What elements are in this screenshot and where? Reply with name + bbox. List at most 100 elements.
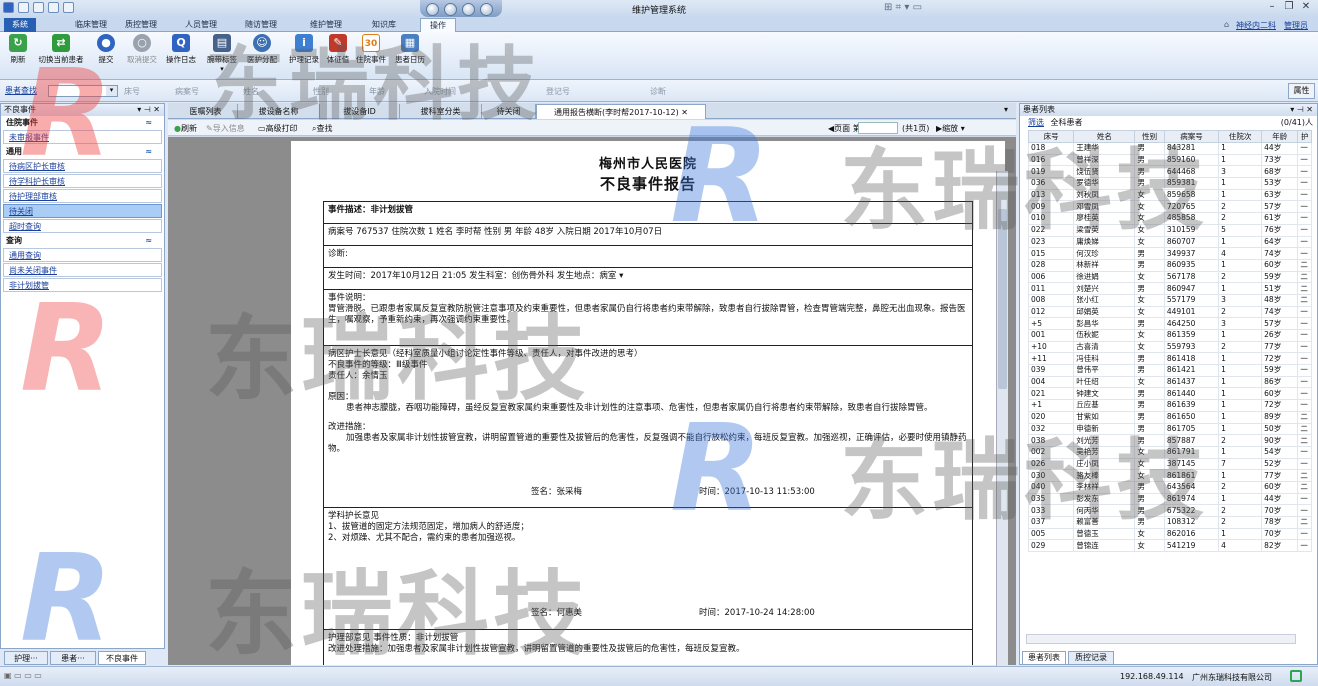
tab-nursing[interactable]: 护理···	[4, 651, 48, 665]
horizontal-scrollbar[interactable]	[1026, 634, 1296, 644]
tab-knowledge[interactable]: 知识库	[362, 18, 406, 32]
doc-tab[interactable]: 医嘱列表	[174, 104, 238, 119]
restore-icon[interactable]: ❐	[1281, 1, 1297, 15]
table-row[interactable]: +1 丘应基男 861639 1 72岁一	[1027, 399, 1312, 412]
close-icon[interactable]: ✕	[1298, 1, 1314, 15]
table-row[interactable]: 012 邱娟英女 449101 2 74岁一	[1027, 305, 1312, 319]
operation-log-button[interactable]: Q 操作日志	[163, 34, 199, 65]
layout-switch-icon[interactable]: ⊞ ⌗ ▾ ▭	[884, 2, 956, 16]
table-row[interactable]: +5 彭昌华男 464250 3 57岁一	[1027, 317, 1312, 330]
table-row[interactable]: 015 何汉珍男 349937 4 74岁一	[1027, 247, 1312, 260]
table-row[interactable]: 040 李林祥男 643564 2 60岁二	[1027, 480, 1312, 494]
table-row[interactable]: 030 骆友棒女 861861 1 77岁二	[1027, 469, 1312, 482]
tab-quality[interactable]: 质控管理	[116, 18, 166, 32]
column-header[interactable]: 住院次	[1218, 130, 1263, 143]
filter-admit-time[interactable]: 入院时间	[424, 86, 456, 97]
table-row[interactable]: 019 饶伍贤男 644468 3 68岁一	[1027, 165, 1312, 179]
minimize-icon[interactable]: –	[1264, 1, 1280, 15]
patient-search-label[interactable]: 患者查找	[5, 85, 37, 96]
nav-item[interactable]: 超时查询	[3, 219, 162, 233]
filter-record-no[interactable]: 病案号	[175, 86, 199, 97]
filter-bed[interactable]: 床号	[124, 86, 140, 97]
tab-patient-list[interactable]: 患者列表	[1022, 651, 1066, 665]
dropdown-arrow-icon[interactable]: ▾	[106, 86, 117, 96]
nursing-record-button[interactable]: i 护理记录	[286, 34, 322, 65]
table-row[interactable]: 035 彭发东男 861974 1 44岁一	[1027, 492, 1312, 506]
nav-item-selected[interactable]: 待关闭	[3, 204, 162, 218]
table-row[interactable]: 037 赖富善男 108312 2 78岁二	[1027, 516, 1312, 529]
cancel-submit-button[interactable]: ○ 取消提交	[122, 34, 162, 65]
table-row[interactable]: 029 曾锦连女 541219 4 82岁一	[1027, 539, 1312, 553]
group-general[interactable]: 通用 ≈	[1, 145, 164, 159]
tab-staff[interactable]: 人员管理	[176, 18, 226, 32]
submit-button[interactable]: ● 提交	[93, 34, 119, 65]
column-header[interactable]: 护	[1297, 130, 1312, 143]
nav-item[interactable]: 待病区护长审核	[3, 159, 162, 173]
doc-tab[interactable]: 拔设备名称	[238, 104, 320, 119]
user-dept-link[interactable]: 神经内二科	[1236, 20, 1276, 31]
admission-event-button[interactable]: 30 住院事件	[354, 34, 388, 65]
table-row[interactable]: 011 刘楚兴男 860947 1 51岁二	[1027, 282, 1312, 295]
switch-patient-button[interactable]: ⇄ 切换当前患者	[35, 34, 87, 65]
nav-item[interactable]: 通用查询	[3, 248, 162, 262]
document-scrollbar[interactable]	[996, 171, 1008, 686]
vital-signs-button[interactable]: ✎ 体征值	[324, 34, 352, 65]
column-header[interactable]: 床号	[1027, 130, 1075, 143]
collapse-icon[interactable]: ≈	[145, 116, 152, 130]
table-row[interactable]: 038 刘光芳男 857887 2 90岁二	[1027, 434, 1312, 447]
table-row[interactable]: 004 叶任绍女 861437 1 86岁一	[1027, 375, 1312, 389]
table-row[interactable]: 006 徐进娟女 567178 2 59岁二	[1027, 270, 1312, 284]
tab-adverse-event[interactable]: 不良事件	[98, 651, 146, 665]
patient-search-input[interactable]: ▾	[48, 85, 118, 97]
nav-item[interactable]: 非计划拔管	[3, 278, 162, 292]
page-input[interactable]	[858, 122, 898, 134]
column-header[interactable]: 病案号	[1163, 130, 1220, 143]
table-row[interactable]: 013 刘秋凤女 859658 1 63岁一	[1027, 188, 1312, 202]
table-row[interactable]: 033 何丙华男 675322 2 70岁一	[1027, 504, 1312, 517]
table-row[interactable]: 009 邓雪凤女 720765 2 57岁一	[1027, 200, 1312, 214]
column-header[interactable]: 姓名	[1073, 130, 1136, 143]
table-row[interactable]: 002 吴艳芳女 861791 1 54岁一	[1027, 445, 1312, 459]
table-row[interactable]: 021 钟建文男 861440 1 60岁一	[1027, 387, 1312, 401]
properties-button[interactable]: 属性	[1288, 83, 1315, 99]
patient-calendar-button[interactable]: ▦ 患者日历	[392, 34, 428, 65]
doc-refresh-button[interactable]: ●刷新	[174, 123, 197, 134]
table-row[interactable]: 028 林新祥男 860935 1 60岁二	[1027, 258, 1312, 272]
doc-tab[interactable]: 待关闭	[482, 104, 536, 119]
panel-pin-close-icon[interactable]: ▾ ⊣ ✕	[1290, 104, 1313, 116]
table-row[interactable]: +10 古喜清女 559793 2 77岁一	[1027, 340, 1312, 354]
collapse-icon[interactable]: ≈	[145, 145, 152, 159]
nav-item[interactable]: 未审报事件	[3, 130, 162, 144]
nav-item[interactable]: 待护理部审核	[3, 189, 162, 203]
tab-quality-record[interactable]: 质控记录	[1068, 651, 1114, 665]
zoom-control[interactable]: ▶缩放 ▾	[936, 123, 965, 134]
doc-tab-active[interactable]: 通用报告横断(李时帮2017-10-12) ✕	[536, 104, 706, 119]
table-row[interactable]: 001 伍秋妮女 861359 1 26岁一	[1027, 329, 1312, 342]
tab-operation[interactable]: 操作	[420, 18, 456, 32]
table-row[interactable]: 016 曾祥深男 859160 1 73岁一	[1027, 153, 1312, 167]
table-row[interactable]: 010 廖桂英女 485858 2 61岁一	[1027, 212, 1312, 225]
filter-name[interactable]: 姓名	[243, 86, 259, 97]
filter-diagnosis[interactable]: 诊断	[650, 86, 666, 97]
filter-register-no[interactable]: 登记号	[546, 86, 570, 97]
tab-list-dropdown-icon[interactable]: ▾	[1004, 105, 1008, 114]
column-header[interactable]: 年龄	[1261, 130, 1299, 143]
doc-tab[interactable]: 拔科室分类	[400, 104, 482, 119]
table-row[interactable]: 023 庸焕娣女 860707 1 64岁一	[1027, 235, 1312, 249]
panel-pin-close-icon[interactable]: ▾ ⊣ ✕	[137, 104, 160, 116]
table-row[interactable]: 005 曾德玉女 862016 1 70岁一	[1027, 527, 1312, 541]
table-row[interactable]: 020 甘紫如男 861650 1 89岁二	[1027, 410, 1312, 424]
doc-tab[interactable]: 拔设备ID	[320, 104, 400, 119]
tab-followup[interactable]: 随访管理	[236, 18, 286, 32]
table-row[interactable]: 039 曾伟平男 861421 1 59岁一	[1027, 364, 1312, 377]
table-row[interactable]: 008 张小红女 557179 3 48岁二	[1027, 293, 1312, 307]
table-row[interactable]: 022 梁雪英女 310159 5 76岁一	[1027, 223, 1312, 237]
table-row[interactable]: 036 罗德华男 859381 1 53岁一	[1027, 177, 1312, 190]
group-query[interactable]: 查询 ≈	[1, 234, 164, 248]
tab-patient[interactable]: 患者···	[50, 651, 96, 665]
group-inpatient[interactable]: 住院事件 ≈	[1, 116, 164, 130]
find-button[interactable]: ⌕查找	[312, 123, 332, 134]
collapse-icon[interactable]: ≈	[145, 234, 152, 248]
tab-clinical[interactable]: 临床管理	[66, 18, 116, 32]
filter-link[interactable]: 筛选	[1028, 118, 1044, 127]
